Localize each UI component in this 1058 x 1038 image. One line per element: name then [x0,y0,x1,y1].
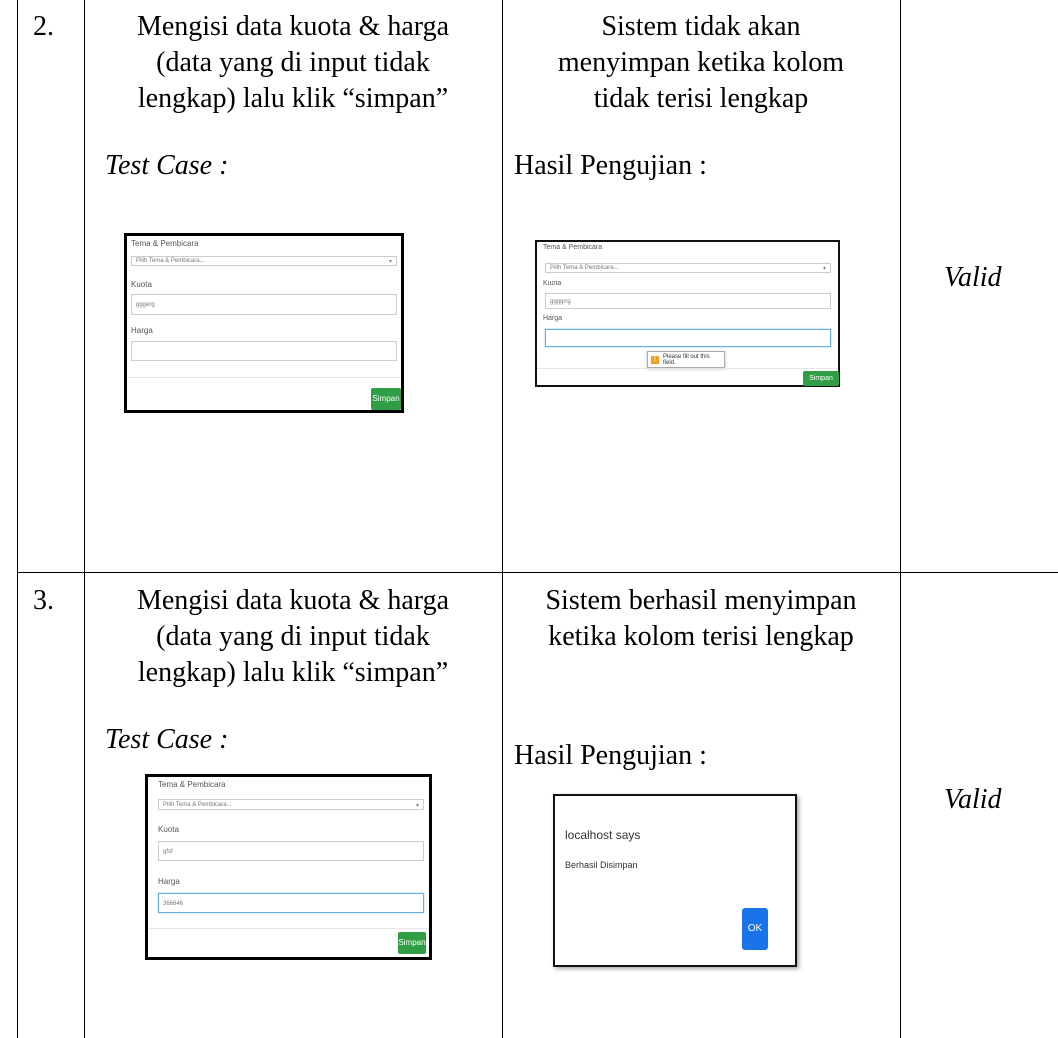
status-valid: Valid [944,784,1002,815]
row-expected-text: Sistem tidak akan menyimpan ketika kolom… [504,9,898,117]
table-divider-col1 [84,0,85,1038]
test-case-screenshot: Tema & Pembicara Pilih Tema & Pembicara.… [145,774,432,960]
field-label: Harga [543,315,563,322]
table-row-divider [17,572,1058,573]
row-expected-line: Sistem tidak akan [601,11,801,42]
row-action-line: lengkap) lalu klik “simpan” [137,657,449,688]
field-label: Kuota [543,280,562,287]
field-label: Tema & Pembicara [158,780,226,789]
kuota-input[interactable]: gggerg [131,294,397,315]
field-label: Kuota [131,280,152,289]
simpan-button[interactable]: Simpan [398,932,426,954]
select-value: Pilih Tema & Pembicara... [163,802,232,808]
form-divider [537,368,838,369]
select-value: Pilih Tema & Pembicara... [136,258,205,264]
dialog-title: localhost says [565,828,641,842]
harga-input[interactable] [131,341,397,361]
row-action-line: (data yang di input tidak [156,621,430,652]
row-action-line: Mengisi data kuota & harga [136,585,450,616]
row-action-text: Mengisi data kuota & harga (data yang di… [86,583,500,691]
test-case-label: Test Case : [105,724,229,755]
form-divider [127,377,401,378]
field-label: Tema & Pembicara [543,244,603,251]
table-border-left [17,0,18,1038]
row-expected-text: Sistem berhasil menyimpan ketika kolom t… [504,583,898,655]
result-screenshot: Tema & Pembicara Pilih Tema & Pembicara.… [535,240,840,387]
table-divider-col2 [502,0,503,1038]
test-case-screenshot: Tema & Pembicara Pilih Tema & Pembicara.… [124,233,404,413]
row-action-line: lengkap) lalu klik “simpan” [137,83,449,114]
dialog-message: Berhasil Disimpan [565,860,638,870]
row-action-line: Mengisi data kuota & harga [136,11,450,42]
harga-input[interactable] [545,329,831,347]
row-expected-line: ketika kolom terisi lengkap [548,621,854,652]
input-value: gfsf [163,849,173,855]
row-action-text: Mengisi data kuota & harga (data yang di… [86,9,500,117]
form-divider [148,928,429,929]
test-results-table: 2. Mengisi data kuota & harga (data yang… [0,0,1058,1038]
result-label: Hasil Pengujian : [514,150,707,181]
input-value: gggerg [136,302,155,308]
kuota-input[interactable]: gfsf [158,841,424,861]
tooltip-text: Please fill out this field. [663,353,710,366]
status-valid: Valid [944,262,1002,293]
field-label: Tema & Pembicara [131,239,199,248]
simpan-button[interactable]: Simpan [371,388,401,410]
result-label: Hasil Pengujian : [514,740,707,771]
row-number: 3. [33,585,54,616]
chevron-down-icon: ▾ [415,803,419,809]
kuota-input[interactable]: ggggrrg [545,293,831,309]
tema-pembicara-select[interactable]: Pilih Tema & Pembicara... ▾ [545,263,831,273]
row-number: 2. [33,11,54,42]
tema-pembicara-select[interactable]: Pilih Tema & Pembicara... ▾ [158,799,424,810]
alert-dialog-screenshot: localhost says Berhasil Disimpan OK [553,794,797,967]
row-expected-line: Sistem berhasil menyimpan [545,585,857,616]
test-case-label: Test Case : [105,150,229,181]
chevron-down-icon: ▾ [388,259,392,265]
field-label: Harga [131,326,153,335]
simpan-button[interactable]: Simpan [803,371,839,386]
chevron-down-icon: ▾ [822,266,826,272]
input-value: ggggrrg [550,299,571,305]
input-value: 366646 [163,901,184,907]
warning-icon: ! [651,355,659,364]
field-label: Kuota [158,825,179,834]
row-expected-line: menyimpan ketika kolom [557,47,845,78]
select-value: Pilih Tema & Pembicara... [550,265,619,271]
table-divider-col3 [900,0,901,1038]
ok-button[interactable]: OK [742,908,768,950]
harga-input[interactable]: 366646 [158,893,424,913]
tema-pembicara-select[interactable]: Pilih Tema & Pembicara... ▾ [131,256,397,266]
validation-tooltip: ! Please fill out this field. [647,351,725,368]
row-expected-line: tidak terisi lengkap [593,83,809,114]
row-action-line: (data yang di input tidak [156,47,430,78]
field-label: Harga [158,877,180,886]
